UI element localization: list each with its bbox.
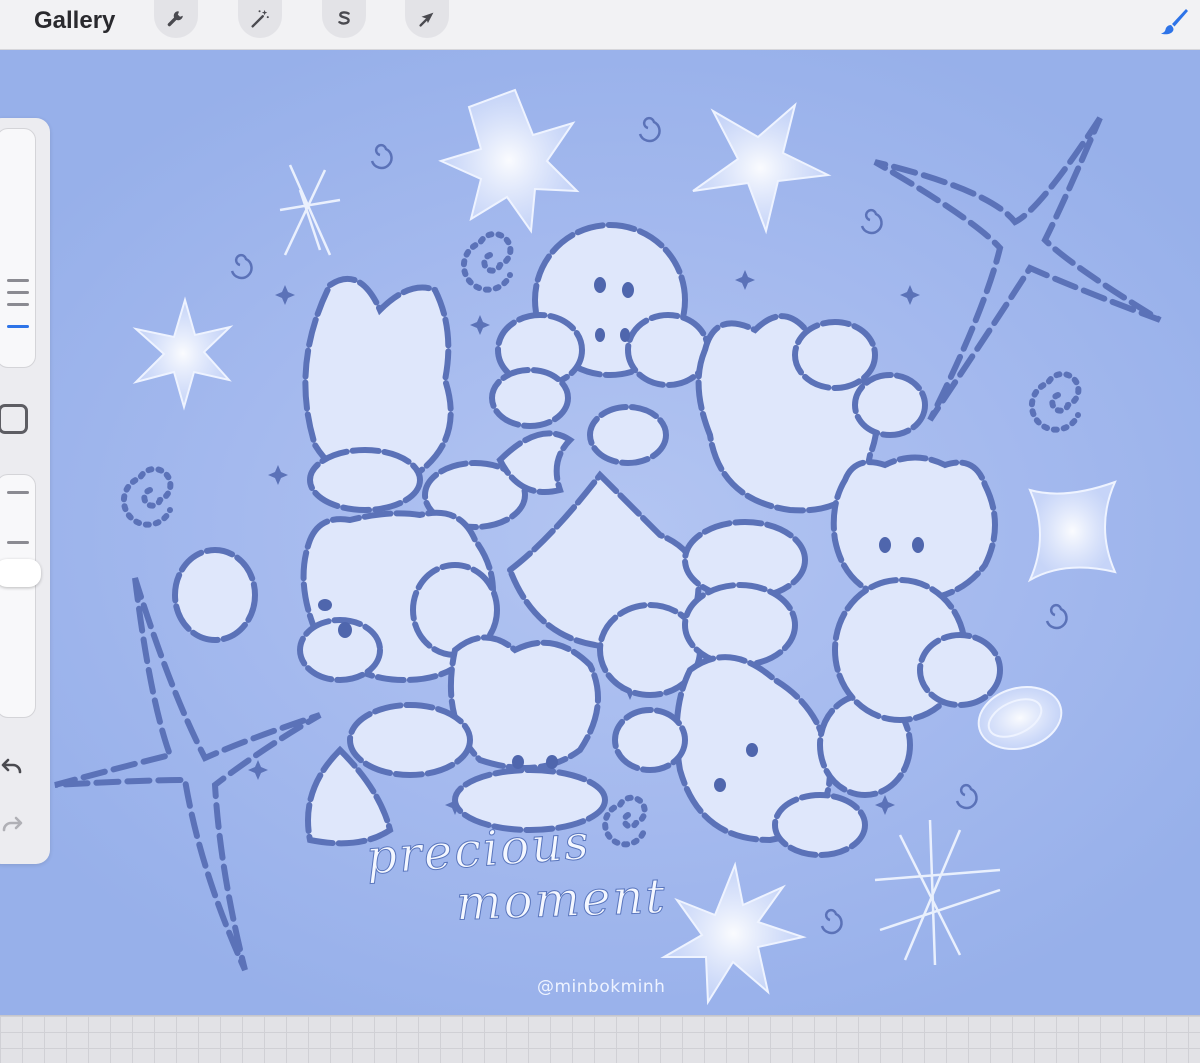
characters — [172, 222, 1003, 858]
undo-arrow-icon — [1, 758, 22, 774]
arrow-cursor-icon — [419, 12, 434, 27]
top-toolbar: Gallery — [0, 0, 1200, 50]
size-tick — [7, 279, 29, 282]
size-tick — [7, 303, 29, 306]
drawing-canvas[interactable]: precious moment @minbokminh — [0, 50, 1200, 1015]
opacity-tick — [7, 541, 29, 544]
diamond-sparkle-right — [1027, 480, 1117, 583]
scribble-sparkle-bottom-right — [874, 819, 1001, 966]
gallery-button[interactable]: Gallery — [34, 6, 115, 36]
opacity-handle[interactable] — [0, 559, 41, 587]
artist-signature: @minbokminh — [537, 977, 666, 997]
size-tick — [7, 291, 29, 294]
artwork-title-line-2: moment — [455, 868, 668, 932]
canvas-grid-strip — [0, 1015, 1200, 1063]
brush-icon — [1161, 9, 1188, 35]
brush-button[interactable] — [1156, 2, 1192, 40]
transform-button[interactable] — [405, 0, 449, 38]
selection-button[interactable] — [322, 0, 366, 38]
dashed-sparkle-bottom-left — [54, 577, 322, 972]
brush-size-slider[interactable] — [0, 128, 36, 368]
redo-button[interactable] — [0, 808, 28, 840]
star-sparkle-bottom — [660, 861, 807, 1006]
opacity-tick — [7, 491, 29, 494]
star-sparkle-top — [438, 88, 580, 234]
actions-button[interactable] — [154, 0, 198, 38]
redo-arrow-icon — [2, 816, 23, 832]
character-cat — [172, 509, 500, 684]
star-sparkle-upper-right — [692, 102, 832, 235]
selection-s-icon — [338, 11, 350, 25]
left-sidebar — [0, 118, 50, 864]
adjustments-button[interactable] — [238, 0, 282, 38]
square-modifier-icon[interactable] — [0, 404, 28, 434]
scribble-sparkle-left — [279, 164, 341, 256]
wrench-icon — [167, 11, 183, 27]
star-sparkle-left — [132, 296, 234, 411]
magic-wand-icon — [251, 9, 269, 28]
opacity-slider[interactable] — [0, 474, 41, 718]
brush-size-handle[interactable] — [0, 315, 41, 337]
undo-button[interactable] — [0, 750, 28, 782]
character-bunny-girl — [489, 222, 711, 466]
dashed-sparkle-top-right — [873, 116, 1162, 422]
character-bear — [830, 454, 1003, 723]
